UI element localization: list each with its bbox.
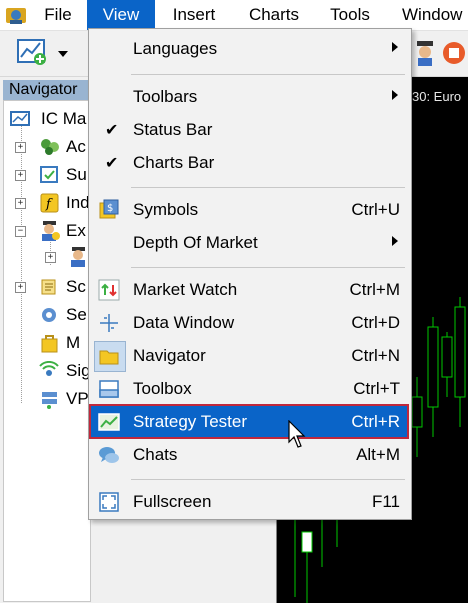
menu-item-toolbox[interactable]: Toolbox Ctrl+T [90, 372, 408, 405]
candle-body [454, 306, 466, 398]
menu-item-status-bar[interactable]: ✔ Status Bar [90, 113, 408, 146]
menu-item-strategy-tester[interactable]: Strategy Tester Ctrl+R [89, 404, 409, 439]
menu-separator [131, 479, 405, 480]
candle-body [411, 396, 423, 428]
menu-separator [131, 187, 405, 188]
nav-item-indicators[interactable]: + f Ind [12, 191, 90, 215]
nav-item-services[interactable]: Se [12, 303, 90, 327]
nav-item-market[interactable]: M [12, 331, 90, 355]
symbols-icon: $ [99, 199, 119, 219]
nav-item-vps[interactable]: VP [12, 387, 90, 411]
vps-icon [42, 392, 57, 409]
new-chart-icon[interactable] [16, 37, 50, 67]
expert-advisors-icon [42, 221, 60, 241]
menu-separator [131, 267, 405, 268]
menu-view[interactable]: View [87, 0, 155, 30]
menu-item-depth-of-market[interactable]: Depth Of Market [90, 226, 408, 259]
checkmark-icon: ✔ [105, 122, 119, 139]
menu-insert[interactable]: Insert [160, 0, 228, 30]
navigator-title: Navigator [3, 80, 91, 100]
menu-charts[interactable]: Charts [236, 0, 312, 30]
menu-item-symbols[interactable]: $ Symbols Ctrl+U [90, 193, 408, 226]
menu-file[interactable]: File [34, 0, 82, 30]
market-watch-icon [98, 279, 120, 301]
nav-item-expert-advisors[interactable]: − Ex [12, 219, 90, 243]
accounts-icon [41, 139, 59, 155]
menu-item-chats[interactable]: Chats Alt+M [90, 438, 408, 471]
nav-item-signals[interactable]: Sig [12, 359, 90, 383]
menu-item-fullscreen[interactable]: Fullscreen F11 [90, 485, 408, 518]
menu-item-market-watch[interactable]: Market Watch Ctrl+M [90, 273, 408, 306]
menu-item-languages[interactable]: Languages [90, 32, 408, 65]
menu-tools[interactable]: Tools [318, 0, 382, 30]
nav-item-scripts[interactable]: + Sc [12, 275, 90, 299]
submenu-arrow-icon [392, 90, 398, 100]
checkmark-icon: ✔ [105, 155, 119, 172]
strategy-tester-icon [98, 413, 120, 431]
scripts-icon [41, 279, 56, 295]
candle-body [427, 326, 439, 408]
nav-item-expert[interactable]: + [42, 245, 90, 269]
nav-item-subscriptions[interactable]: + Su [12, 163, 90, 187]
data-window-icon [100, 314, 118, 332]
submenu-arrow-icon [392, 42, 398, 52]
subscriptions-icon [40, 166, 58, 183]
menu-item-toolbars[interactable]: Toolbars [90, 80, 408, 113]
nav-item-accounts[interactable]: + Ac [12, 135, 90, 159]
view-menu-dropdown: Languages Toolbars ✔ Status Bar ✔ Charts… [88, 28, 412, 520]
terminal-icon [10, 111, 30, 126]
folder-icon [99, 350, 119, 365]
svg-text:$: $ [107, 203, 113, 214]
signals-icon [39, 361, 59, 376]
market-icon [41, 335, 58, 353]
indicators-icon: f [40, 193, 59, 213]
candle-body [301, 531, 313, 553]
chevron-down-icon[interactable] [58, 51, 68, 57]
navigator-panel: IC Ma + Ac + Su + f Ind − Ex + + Sc Se M… [3, 100, 91, 602]
expert-icon[interactable] [414, 39, 436, 67]
menu-item-charts-bar[interactable]: ✔ Charts Bar [90, 146, 408, 179]
app-logo-icon [6, 8, 26, 24]
services-icon [42, 308, 56, 322]
menu-window[interactable]: Window [394, 0, 468, 30]
stop-icon[interactable] [440, 39, 468, 67]
submenu-arrow-icon [392, 236, 398, 246]
fullscreen-icon [99, 492, 119, 512]
menu-item-navigator[interactable]: Navigator Ctrl+N [90, 339, 408, 372]
menu-separator [131, 74, 405, 75]
expert-icon [71, 247, 85, 267]
menu-item-data-window[interactable]: Data Window Ctrl+D [90, 306, 408, 339]
mouse-cursor-icon [288, 420, 306, 448]
candle-body [441, 336, 453, 378]
chats-icon [99, 447, 119, 463]
nav-item-terminal[interactable]: IC Ma [10, 107, 90, 131]
toolbox-icon [99, 380, 119, 398]
menu-bar: File View Insert Charts Tools Window [0, 0, 468, 31]
